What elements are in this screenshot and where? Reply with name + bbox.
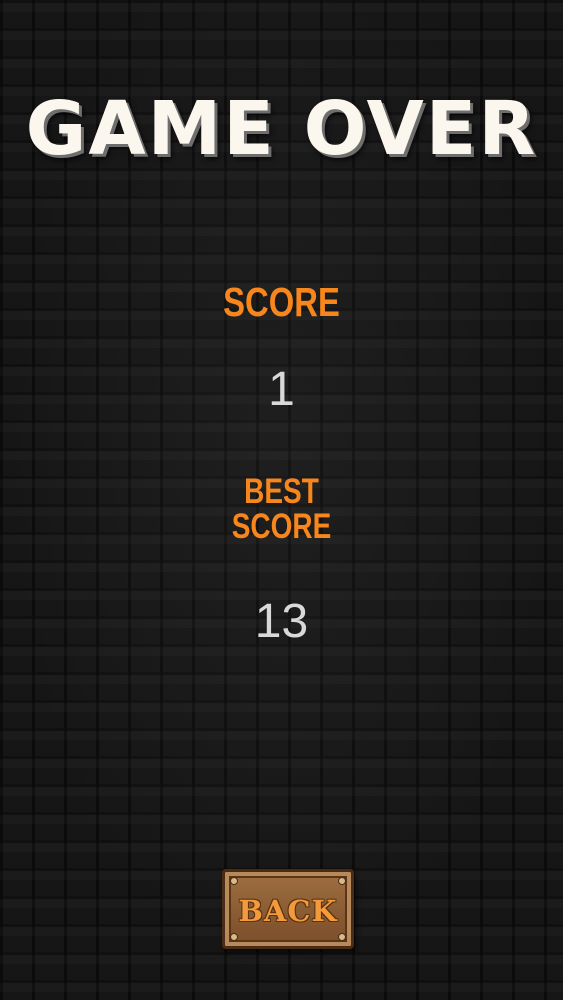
game-over-screen: GAME OVER SCORE 1 BEST SCORE 13 BACK (0, 0, 563, 1000)
score-label: SCORE (223, 279, 340, 325)
score-value: 1 (268, 363, 295, 416)
game-over-title: GAME OVER (25, 86, 538, 172)
best-score-label-line2: SCORE (231, 507, 332, 546)
best-score-label-line1: BEST (244, 472, 319, 511)
back-button[interactable]: BACK (222, 869, 354, 949)
bolt-icon (231, 878, 237, 884)
bolt-icon (339, 934, 345, 940)
bolt-icon (231, 934, 237, 940)
bolt-icon (339, 878, 345, 884)
best-score-value: 13 (254, 595, 309, 648)
back-button-label: BACK (238, 894, 338, 928)
best-score-label: BEST SCORE (56, 474, 506, 544)
